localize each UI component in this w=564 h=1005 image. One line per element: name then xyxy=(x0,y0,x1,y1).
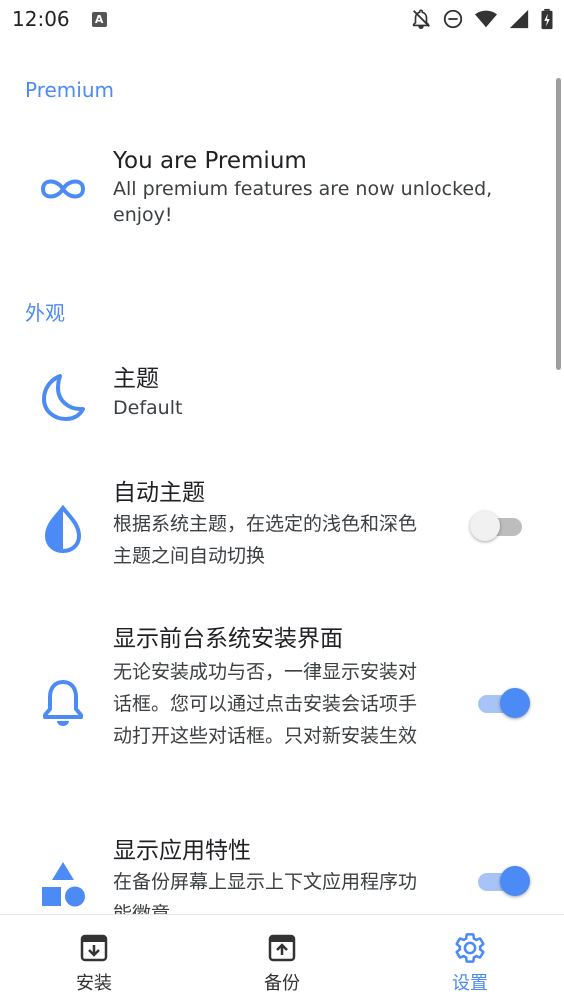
nav-backup[interactable]: 备份 xyxy=(188,915,376,1005)
show-install-ui-summary: 无论安装成功与否，一律显示安装对话框。您可以通过点击安装会话项手动打开这些对话框… xyxy=(113,661,418,747)
nav-settings-label: 设置 xyxy=(452,973,488,994)
cellular-signal-icon xyxy=(509,9,529,29)
install-icon xyxy=(77,931,111,965)
water-drop-icon xyxy=(36,502,90,556)
nav-settings[interactable]: 设置 xyxy=(376,915,564,1005)
switch-thumb xyxy=(470,511,500,541)
theme-title: 主题 xyxy=(113,366,159,392)
auto-theme-title: 自动主题 xyxy=(113,480,205,506)
settings-list[interactable]: Premium You are Premium All premium feat… xyxy=(0,38,564,914)
auto-theme-summary: 根据系统主题，在选定的浅色和深色主题之间自动切换 xyxy=(113,513,418,567)
theme-summary: Default xyxy=(113,397,183,419)
battery-charging-icon xyxy=(541,8,553,30)
show-app-features-setting[interactable]: 显示应用特性 在备份屏幕上显示上下文应用程序功能徽章 xyxy=(0,836,564,914)
premium-title: You are Premium xyxy=(113,148,307,174)
show-install-ui-switch[interactable] xyxy=(470,686,532,720)
nav-backup-label: 备份 xyxy=(264,973,300,994)
bottom-navigation: 安装 备份 设置 xyxy=(0,914,564,1005)
show-app-features-switch[interactable] xyxy=(470,864,532,898)
status-bar: 12:06 A xyxy=(0,0,564,38)
notification-app-icon: A xyxy=(91,11,107,27)
auto-theme-setting[interactable]: 自动主题 根据系统主题，在选定的浅色和深色主题之间自动切换 xyxy=(0,478,564,574)
theme-setting[interactable]: 主题 Default xyxy=(0,364,564,434)
section-header-premium: Premium xyxy=(25,78,114,102)
show-app-features-title: 显示应用特性 xyxy=(113,838,251,864)
show-install-ui-title: 显示前台系统安装界面 xyxy=(113,626,343,652)
auto-theme-switch[interactable] xyxy=(470,509,532,543)
moon-icon xyxy=(36,370,90,424)
nav-install-label: 安装 xyxy=(76,973,112,994)
premium-status-item[interactable]: You are Premium All premium features are… xyxy=(0,146,564,246)
gear-icon xyxy=(453,931,487,965)
do-not-disturb-icon xyxy=(443,9,463,29)
nav-install[interactable]: 安装 xyxy=(0,915,188,1005)
switch-thumb xyxy=(500,688,530,718)
infinity-icon xyxy=(36,162,90,216)
bell-icon xyxy=(36,676,90,730)
switch-thumb xyxy=(500,866,530,896)
notifications-off-icon xyxy=(412,9,430,29)
shapes-icon xyxy=(36,858,90,912)
premium-summary: All premium features are now unlocked, e… xyxy=(113,178,493,226)
wifi-icon xyxy=(475,10,497,28)
backup-icon xyxy=(265,931,299,965)
status-time: 12:06 xyxy=(12,7,70,31)
show-install-ui-setting[interactable]: 显示前台系统安装界面 无论安装成功与否，一律显示安装对话框。您可以通过点击安装会… xyxy=(0,624,564,784)
show-app-features-summary: 在备份屏幕上显示上下文应用程序功能徽章 xyxy=(113,871,418,914)
section-header-appearance: 外观 xyxy=(25,301,65,325)
